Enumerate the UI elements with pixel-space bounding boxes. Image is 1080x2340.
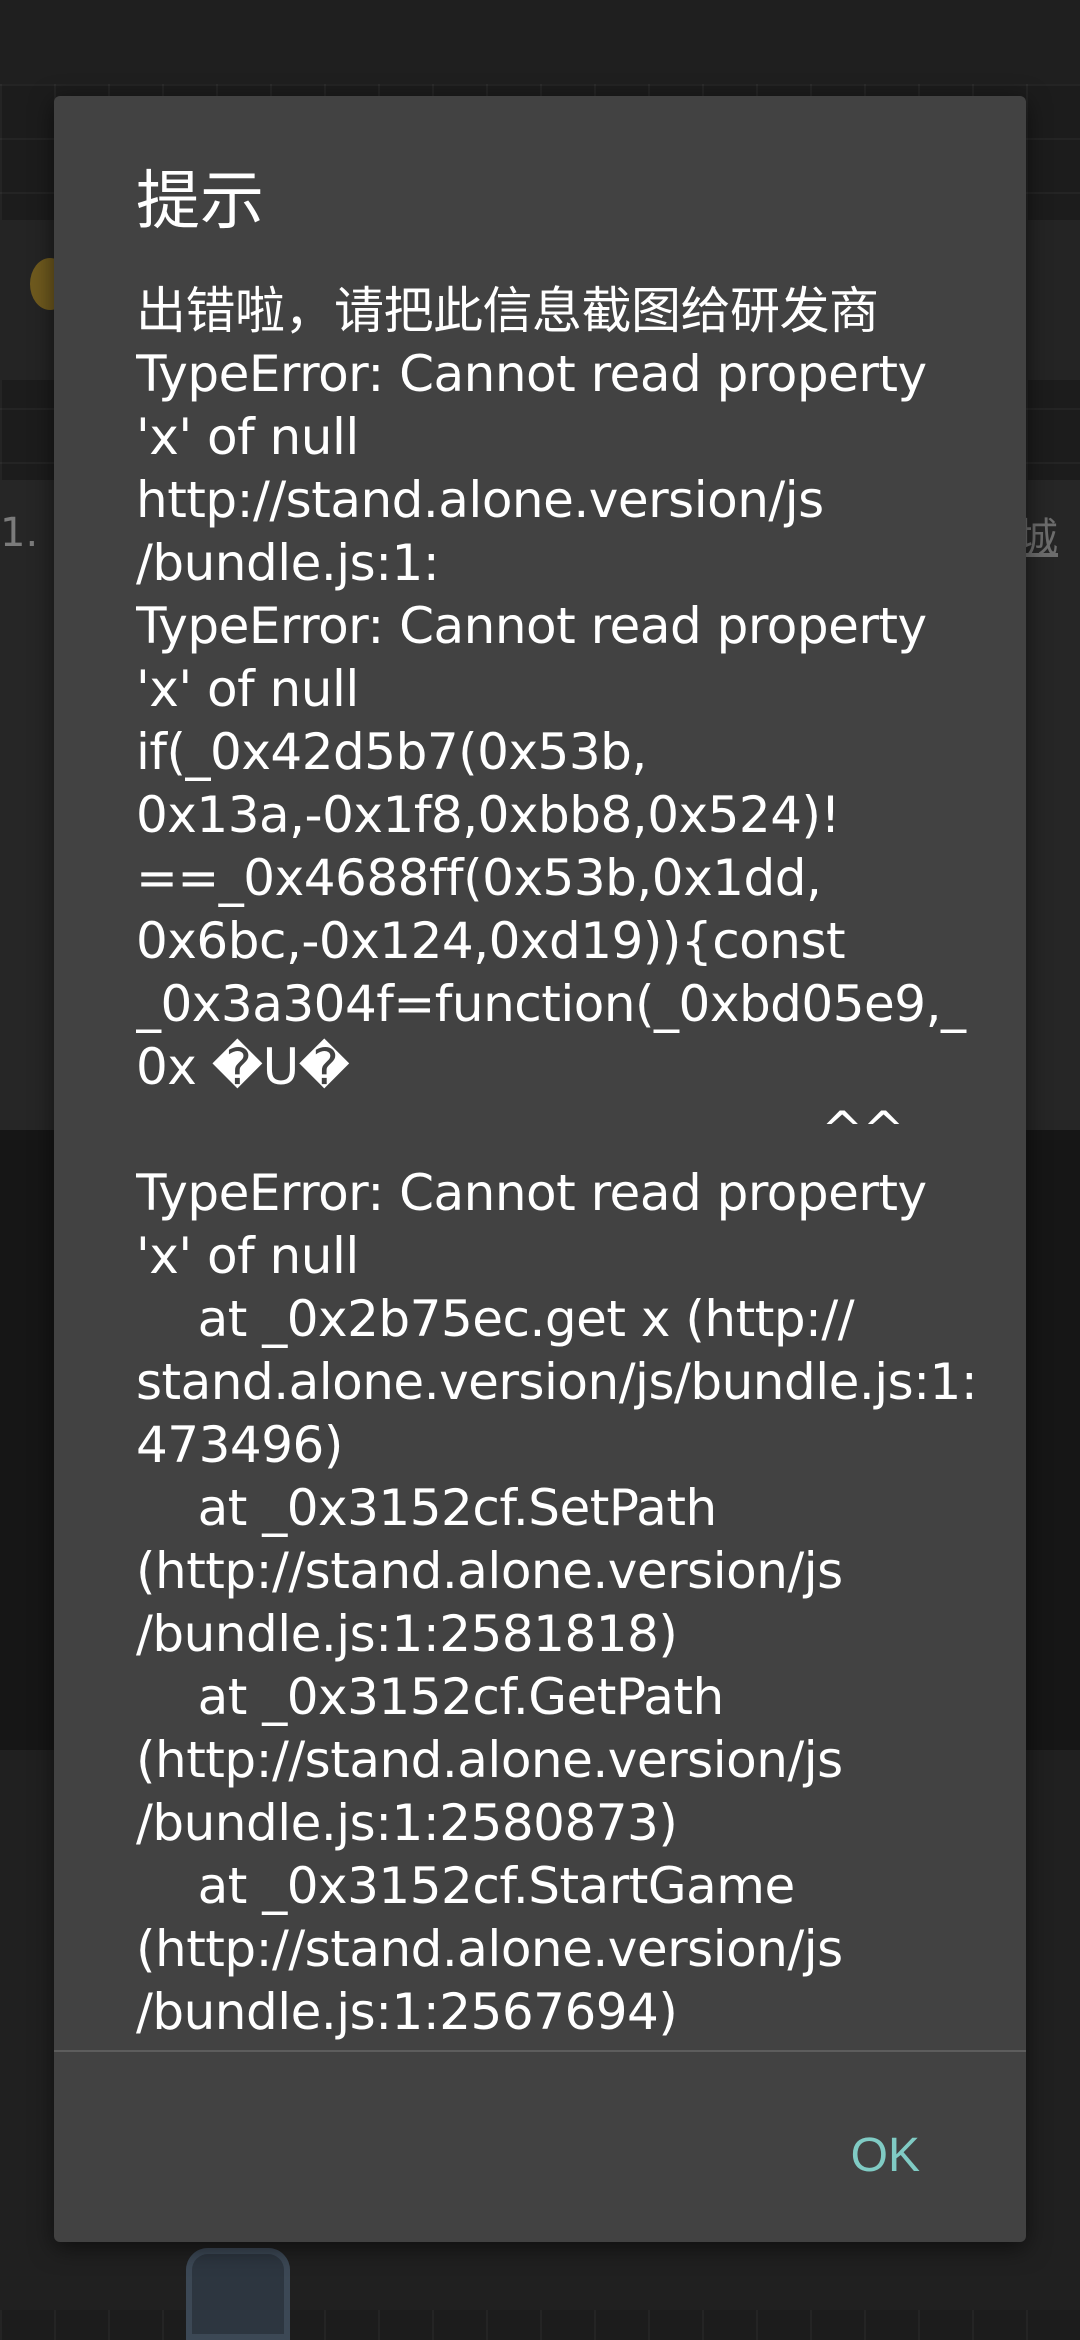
message-line: 出错啦，请把此信息截图给研发商 (136, 282, 879, 340)
status-bar (0, 0, 1080, 84)
background-side-number: 1. (0, 510, 39, 556)
message-line: (http://stand.alone.version/js (136, 1920, 843, 1978)
message-line: /bundle.js:1: (136, 534, 440, 592)
message-line: 0x6bc,-0x124,0xd19)){const (136, 912, 846, 970)
dialog-divider (54, 2050, 1026, 2052)
message-line: at _0x2b75ec.get x (http:// (136, 1290, 855, 1348)
message-line: /bundle.js:1:2581818) (136, 1605, 678, 1663)
message-line: /bundle.js:1:2567694) (136, 1983, 678, 2041)
dialog-message-scroll[interactable]: 出错啦，请把此信息截图给研发商 TypeError: Cannot read pr… (136, 280, 994, 2146)
message-line: 'x' of null (136, 1227, 359, 1285)
message-line: 'x' of null (136, 408, 359, 466)
message-line: at _0x3152cf.SetPath (136, 1479, 718, 1537)
message-line: at _0x3152cf.GetPath (136, 1668, 725, 1726)
message-line: ==_0x4688ff(0x53b,0x1dd, (136, 849, 822, 907)
message-line: /bundle.js:1:2580873) (136, 1794, 678, 1852)
message-line: 0x13a,-0x1f8,0xbb8,0x524)! (136, 786, 841, 844)
message-line: _0x3a304f=function(_0xbd05e9,_ (136, 975, 966, 1033)
message-line: 'x' of null (136, 660, 359, 718)
message-line: ^^ (821, 1101, 904, 1159)
message-line: TypeError: Cannot read property (136, 1164, 927, 1222)
error-dialog: 提示 出错啦，请把此信息截图给研发商 TypeError: Cannot read… (54, 96, 1026, 2242)
app-screen: 1. 城 提示 出错啦，请把此信息截图给研发商 TypeError: Cannot… (0, 0, 1080, 2340)
message-line: TypeError: Cannot read property (136, 597, 927, 655)
message-line: (http://stand.alone.version/js (136, 1731, 843, 1789)
error-message: 出错啦，请把此信息截图给研发商 TypeError: Cannot read pr… (136, 280, 994, 2044)
message-line: 473496) (136, 1416, 343, 1474)
message-line: stand.alone.version/js/bundle.js:1: (136, 1353, 978, 1411)
bed-icon (186, 2248, 290, 2340)
message-line: TypeError: Cannot read property (136, 345, 927, 403)
message-line: if(_0x42d5b7(0x53b, (136, 723, 647, 781)
message-line: at _0x3152cf.StartGame (136, 1857, 796, 1915)
message-line: http://stand.alone.version/js (136, 471, 824, 529)
message-line: (http://stand.alone.version/js (136, 1542, 843, 1600)
ok-button[interactable]: OK (831, 2116, 940, 2196)
message-line: 0x �U� (136, 1038, 350, 1096)
dialog-title: 提示 (136, 165, 264, 239)
